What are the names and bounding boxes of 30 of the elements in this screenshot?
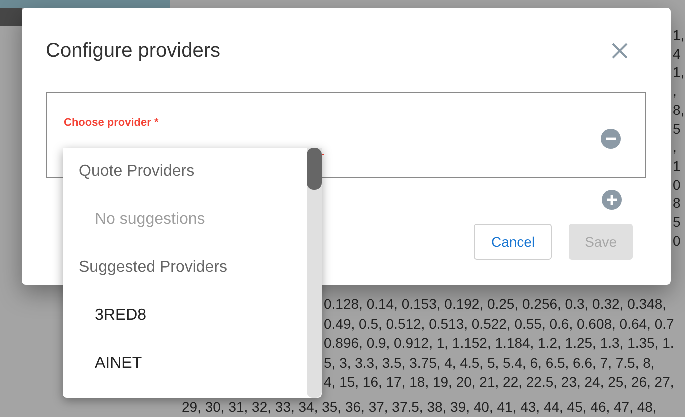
remove-icon[interactable] [601, 129, 621, 149]
background-text: 8 [673, 194, 681, 214]
background-text: 0 [673, 232, 681, 250]
background-text: 0.896, 0.9, 0.912, 1, 1.152, 1.184, 1.2, 1.25, 1.3, 1.35, 1. [324, 334, 674, 354]
background-text: 8, [673, 100, 685, 120]
dialog-title: Configure providers [46, 39, 221, 64]
group-header: Quote Providers [79, 162, 195, 182]
background-text: 1, [673, 26, 685, 45]
background-text: 0 [673, 176, 681, 194]
close-icon[interactable] [612, 43, 628, 59]
background-text: 1, [673, 63, 685, 82]
cancel-button[interactable]: Cancel [474, 224, 552, 260]
background-text: 0.49, 0.5, 0.512, 0.513, 0.522, 0.55, 0.6, 0.608, 0.64, 0.7 [324, 314, 674, 334]
background-text: 4, 15, 16, 17, 18, 19, 20, 21, 22, 22.5, 23, 24, 25, 26, 27, [324, 373, 674, 392]
group-header: Suggested Providers [79, 258, 228, 278]
empty-message: No suggestions [95, 210, 206, 230]
background-text: , [673, 138, 677, 157]
background-text: 0.128, 0.14, 0.153, 0.192, 0.25, 0.256, 0.3, 0.32, 0.348, [324, 295, 667, 314]
background-text: 5, 3, 3.3, 3.5, 3.75, 4, 4.5, 5, 5.4, 6, 6.5, 6.6, 7, 7.5, 8, [324, 354, 655, 373]
scrollbar-thumb[interactable] [307, 148, 322, 190]
background-text: 29, 30, 31, 32, 33, 34, 35, 36, 37, 37.5, 38, 39, 40, 41, 43, 44, 45, 46, 47, 48, [182, 399, 657, 415]
background-text: 1 [673, 156, 681, 176]
background-text: 5 [673, 213, 681, 232]
background-text: 5 [673, 120, 681, 138]
add-icon[interactable] [602, 190, 622, 210]
toolbar-strip [0, 8, 22, 26]
background-text: , [673, 82, 677, 101]
provider-option[interactable]: AINET [95, 352, 142, 376]
background-text: 4 [673, 44, 681, 64]
provider-option[interactable]: 3RED8 [95, 304, 147, 328]
